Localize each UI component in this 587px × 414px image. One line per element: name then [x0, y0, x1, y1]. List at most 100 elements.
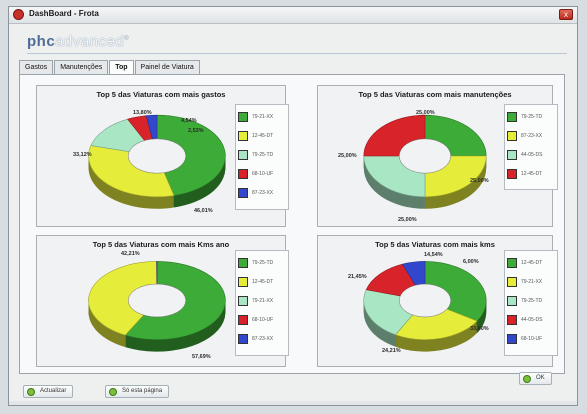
legend-item: 79-21-XX: [507, 272, 555, 291]
legend-label: 12-45-DT: [521, 259, 543, 266]
legend-swatch: [238, 333, 248, 344]
legend-label: 87-23-XX: [252, 335, 274, 342]
legend-label: 12-45-DT: [252, 132, 274, 139]
legend-swatch: [238, 149, 248, 160]
legend-swatch: [507, 333, 517, 344]
legend-swatch: [238, 168, 248, 179]
green-check-icon: [523, 374, 531, 383]
green-check-icon: [109, 387, 117, 396]
legend-swatch: [507, 130, 517, 141]
legend-item: 68-10-UF: [238, 164, 286, 183]
legend-item: 79-25-TD: [238, 253, 286, 272]
legend-label: 68-10-UF: [521, 335, 543, 342]
chart-legend: 79-25-TD 87-23-XX 44-05-DS 12-45-DT: [504, 104, 558, 190]
status-bar: [9, 401, 577, 405]
ok-label: OK: [536, 375, 545, 381]
legend-swatch: [507, 111, 517, 122]
actualizar-button[interactable]: Actualizar: [23, 385, 74, 398]
actualizar-label: Actualizar: [40, 388, 67, 394]
brand-logo: phcadvanced®: [27, 33, 129, 50]
donut-chart-gastos: [88, 114, 226, 209]
app-logo-icon: [13, 9, 24, 20]
legend-swatch: [507, 257, 517, 268]
legend-item: 12-45-DT: [507, 253, 555, 272]
legend-label: 44-05-DS: [521, 316, 543, 323]
legend-label: 79-21-XX: [252, 113, 274, 120]
legend-label: 87-23-XX: [521, 132, 543, 139]
donut-chart-manutencoes: [363, 114, 487, 209]
legend-item: 12-45-DT: [238, 272, 286, 291]
data-label: 4,54%: [181, 118, 197, 124]
donut-hole: [128, 138, 186, 174]
legend-label: 44-05-DS: [521, 151, 543, 158]
legend-item: 12-45-DT: [238, 126, 286, 145]
tab-gastos[interactable]: Gastos: [19, 60, 54, 75]
donut-hole: [128, 283, 186, 318]
legend-label: 12-45-DT: [252, 278, 274, 285]
chart-title: Top 5 das Viaturas com mais kms: [375, 240, 495, 249]
legend-item: 87-23-XX: [238, 183, 286, 202]
data-label: 33,80%: [470, 326, 489, 332]
legend-swatch: [238, 295, 248, 306]
logo-divider: [27, 53, 567, 54]
legend-swatch: [507, 168, 517, 179]
legend-item: 68-10-UF: [238, 310, 286, 329]
so-esta-pagina-button[interactable]: Só esta página: [105, 385, 170, 398]
data-label: 25,00%: [416, 110, 435, 116]
chart-legend: 79-25-TD 12-45-DT 79-21-XX 68-10-UF 87-23-XX: [235, 250, 289, 356]
legend-swatch: [238, 130, 248, 141]
legend-swatch: [507, 276, 517, 287]
close-icon[interactable]: x: [559, 9, 573, 20]
tab-painel-de-viatura[interactable]: Painel de Viatura: [134, 60, 200, 75]
data-label: 6,00%: [463, 259, 479, 265]
legend-swatch: [238, 111, 248, 122]
legend-item: 79-25-TD: [238, 145, 286, 164]
legend-swatch: [238, 314, 248, 325]
legend-swatch: [238, 276, 248, 287]
data-label: 46,01%: [194, 208, 213, 214]
tab-manutencoes[interactable]: Manutenções: [54, 60, 109, 75]
chart-panel-manutencoes: Top 5 das Viaturas com mais manutenções …: [317, 85, 558, 227]
data-label: 21,45%: [348, 274, 367, 280]
donut-chart-kms-ano: [88, 261, 226, 352]
logo-phc: phc: [27, 33, 56, 50]
donut-hole: [399, 283, 451, 318]
legend-item: 79-25-TD: [507, 291, 555, 310]
legend-swatch: [507, 295, 517, 306]
legend-label: 79-21-XX: [252, 297, 274, 304]
data-label: 24,21%: [382, 348, 401, 354]
data-label: 57,69%: [192, 354, 211, 360]
data-label: 33,12%: [73, 152, 92, 158]
chart-legend: 12-45-DT 79-21-XX 79-25-TD 44-05-DS 68-10-UF: [504, 250, 558, 356]
tab-content: Top 5 das Viaturas com mais gastos 79-21…: [19, 74, 565, 374]
green-check-icon: [27, 387, 35, 396]
chart-panel-kms: Top 5 das Viaturas com mais kms 12-45-DT…: [317, 235, 558, 367]
tab-strip: Gastos Manutenções Top Painel de Viatura: [19, 60, 201, 75]
dashboard-window: DashBoard - Frota x phcadvanced® Gastos …: [8, 6, 578, 406]
legend-label: 79-25-TD: [252, 151, 274, 158]
legend-label: 79-25-TD: [521, 113, 543, 120]
ok-button[interactable]: OK: [519, 372, 552, 385]
chart-title: Top 5 das Viaturas com mais gastos: [96, 90, 226, 99]
chart-panel-gastos: Top 5 das Viaturas com mais gastos 79-21…: [36, 85, 289, 227]
chart-panel-kms-ano: Top 5 das Viaturas com mais Kms ano 79-2…: [36, 235, 289, 367]
legend-item: 79-21-XX: [238, 291, 286, 310]
legend-item: 79-21-XX: [238, 107, 286, 126]
data-label: 25,00%: [470, 178, 489, 184]
legend-item: 44-05-DS: [507, 310, 555, 329]
data-label: 42,21%: [121, 251, 140, 257]
legend-label: 12-45-DT: [521, 170, 543, 177]
legend-item: 44-05-DS: [507, 145, 555, 164]
legend-label: 68-10-UF: [252, 170, 274, 177]
so-esta-pagina-label: Só esta página: [122, 388, 163, 394]
legend-item: 68-10-UF: [507, 329, 555, 348]
chart-title: Top 5 das Viaturas com mais Kms ano: [92, 240, 230, 249]
donut-chart-kms: [363, 261, 487, 352]
legend-swatch: [507, 149, 517, 160]
chart-legend: 79-21-XX 12-45-DT 79-25-TD 68-10-UF 87-23-XX: [235, 104, 289, 210]
tab-top[interactable]: Top: [109, 60, 134, 75]
window-title: DashBoard - Frota: [29, 9, 99, 18]
legend-label: 87-23-XX: [252, 189, 274, 196]
title-bar: DashBoard - Frota x: [9, 7, 577, 24]
data-label: 13,80%: [133, 110, 152, 116]
